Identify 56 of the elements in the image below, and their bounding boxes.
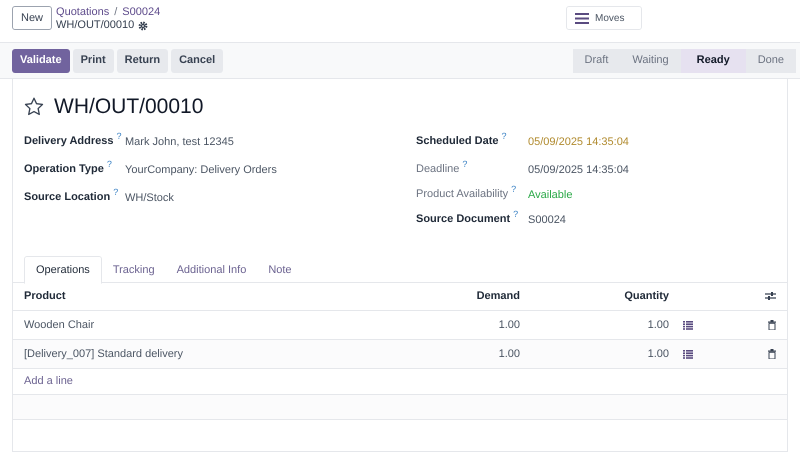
column-header[interactable]: Product: [24, 288, 324, 305]
table-cell[interactable]: 1.00: [498, 316, 520, 334]
field-value[interactable]: YourCompany: Delivery Orders: [125, 160, 277, 178]
record-title: WH/OUT/00010: [54, 94, 204, 120]
settings-icon[interactable]: [138, 20, 148, 30]
table-cell[interactable]: 1.00: [648, 346, 669, 362]
field-value[interactable]: Mark John, test 12345: [125, 132, 234, 150]
star-icon[interactable]: [24, 97, 44, 116]
delete-icon[interactable]: [768, 320, 776, 330]
field-value[interactable]: WH/Stock: [125, 188, 174, 206]
status-step[interactable]: Waiting: [620, 48, 681, 72]
column-settings-icon[interactable]: [765, 291, 776, 302]
moves-button[interactable]: Moves: [566, 6, 642, 30]
status-step[interactable]: Done: [746, 48, 796, 72]
field-label: Deadline: [416, 162, 460, 177]
breadcrumb-link[interactable]: S00024: [122, 6, 160, 19]
validate-button[interactable]: Validate: [12, 48, 70, 72]
add-line-link[interactable]: Add a line: [24, 373, 73, 390]
breadcrumb-separator: /: [114, 6, 118, 19]
action-button[interactable]: Return: [116, 48, 168, 72]
record-name: WH/OUT/00010: [56, 19, 134, 32]
column-header[interactable]: Quantity: [624, 288, 669, 305]
tab[interactable]: Tracking: [102, 256, 166, 284]
field-label: Delivery Address: [24, 134, 114, 149]
help-tooltip[interactable]: ?: [511, 184, 516, 194]
table-cell[interactable]: 1.00: [648, 316, 669, 334]
tab[interactable]: Operations: [24, 256, 102, 284]
field-label: Source Location: [24, 190, 110, 205]
field-value[interactable]: S00024: [528, 210, 566, 228]
table-cell[interactable]: Wooden Chair: [24, 316, 324, 334]
action-button[interactable]: Cancel: [171, 48, 224, 72]
tab[interactable]: Note: [257, 256, 303, 284]
help-tooltip[interactable]: ?: [116, 130, 122, 141]
breadcrumb-link[interactable]: Quotations: [56, 6, 110, 19]
list-icon[interactable]: [683, 350, 693, 359]
help-tooltip[interactable]: ?: [502, 130, 507, 141]
new-button[interactable]: New: [12, 6, 52, 30]
help-tooltip[interactable]: ?: [113, 186, 118, 197]
field-value[interactable]: 05/09/2025 14:35:04: [528, 160, 629, 178]
field-label: Source Document: [416, 212, 510, 227]
field-label: Product Availability: [416, 186, 508, 202]
list-icon[interactable]: [683, 320, 693, 330]
status-step[interactable]: Ready: [680, 48, 746, 72]
table-cell[interactable]: [Delivery_007] Standard delivery: [24, 346, 324, 362]
help-tooltip[interactable]: ?: [513, 208, 518, 219]
field-label: Operation Type: [24, 162, 104, 177]
menu-icon: [575, 12, 589, 24]
delete-icon[interactable]: [768, 349, 776, 360]
field-label: Scheduled Date: [416, 134, 499, 149]
status-step[interactable]: Draft: [572, 48, 620, 72]
column-header[interactable]: Demand: [476, 288, 520, 305]
tab[interactable]: Additional Info: [166, 256, 258, 284]
action-button[interactable]: Print: [72, 48, 114, 72]
help-tooltip[interactable]: ?: [106, 158, 112, 169]
help-tooltip[interactable]: ?: [462, 158, 468, 169]
table-cell[interactable]: 1.00: [498, 346, 520, 362]
